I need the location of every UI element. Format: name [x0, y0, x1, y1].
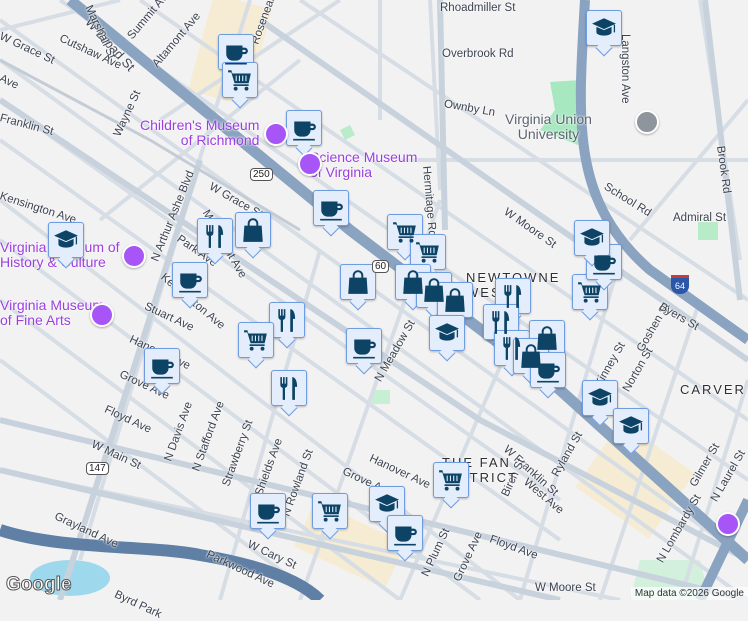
education-marker[interactable] — [48, 222, 84, 258]
education-marker[interactable] — [369, 486, 405, 522]
street-label: W Moore St — [535, 582, 596, 594]
coffee-marker[interactable] — [346, 328, 382, 364]
route-250-shield: 250 — [250, 168, 273, 181]
poi-label[interactable]: Virginia Museum of Fine Arts — [0, 298, 104, 328]
education-marker[interactable] — [586, 10, 622, 46]
shopping-bag-icon — [243, 218, 263, 242]
shopping-cart-marker[interactable] — [433, 462, 469, 498]
university-pin[interactable] — [635, 110, 659, 134]
coffee-icon — [151, 359, 174, 379]
shopping-bag-marker[interactable] — [340, 264, 376, 300]
education-icon — [54, 230, 78, 248]
coffee-marker[interactable] — [313, 190, 349, 226]
coffee-icon — [225, 45, 248, 65]
shopping-cart-icon — [244, 330, 267, 351]
coffee-marker[interactable] — [218, 34, 254, 70]
museum-pin-history[interactable] — [122, 244, 146, 268]
restaurant-marker[interactable] — [271, 370, 307, 406]
coffee-icon — [179, 273, 202, 293]
coffee-marker[interactable] — [144, 348, 180, 384]
education-icon — [592, 18, 616, 36]
coffee-icon — [394, 526, 417, 546]
coffee-icon — [320, 201, 343, 221]
coffee-marker[interactable] — [172, 262, 208, 298]
coffee-marker[interactable] — [387, 515, 423, 551]
education-marker[interactable] — [613, 408, 649, 444]
neighborhood-label: CARVER — [680, 382, 746, 397]
shopping-bag-marker[interactable] — [437, 282, 473, 318]
restaurant-marker[interactable] — [269, 302, 305, 338]
shopping-cart-icon — [416, 242, 439, 263]
route-60-shield: 60 — [372, 260, 390, 273]
shopping-bag-icon — [348, 270, 368, 294]
museum-pin-east[interactable] — [716, 512, 740, 536]
shopping-cart-icon — [439, 470, 462, 491]
coffee-marker[interactable] — [250, 493, 286, 529]
map-attribution[interactable]: Map data ©2026 Google — [630, 587, 748, 600]
coffee-icon — [353, 339, 376, 359]
coffee-marker[interactable] — [530, 352, 566, 388]
shopping-cart-icon — [228, 70, 251, 91]
shopping-cart-marker[interactable] — [410, 234, 446, 270]
poi-label[interactable]: Science Museum of Virginia — [310, 150, 417, 180]
restaurant-marker[interactable] — [197, 218, 233, 254]
route-147-shield: 147 — [86, 462, 109, 475]
google-logo: Google — [5, 574, 72, 596]
street-label: Rhoadmiller St — [440, 2, 516, 14]
museum-pin-science[interactable] — [298, 152, 322, 176]
interstate-64-shield: 64 — [671, 275, 689, 294]
shopping-cart-marker[interactable] — [312, 493, 348, 529]
shopping-bag-marker[interactable] — [235, 212, 271, 248]
education-icon — [375, 494, 399, 512]
restaurant-icon — [280, 377, 298, 400]
education-marker[interactable] — [574, 220, 610, 256]
coffee-icon — [293, 121, 316, 141]
shopping-bag-icon — [445, 288, 465, 312]
education-marker[interactable] — [582, 380, 618, 416]
restaurant-icon — [492, 311, 510, 334]
museum-pin-childrens[interactable] — [264, 122, 288, 146]
restaurant-icon — [504, 285, 522, 308]
restaurant-icon — [278, 309, 296, 332]
poi-label[interactable]: Children's Museum of Richmond — [140, 118, 259, 148]
shopping-cart-icon — [318, 501, 341, 522]
shopping-cart-marker[interactable] — [572, 274, 608, 310]
street-label: Admiral St — [673, 212, 727, 224]
coffee-marker[interactable] — [286, 110, 322, 146]
street-label: Overbrook Rd — [442, 48, 514, 60]
education-icon — [435, 323, 459, 341]
museum-pin-fine-arts[interactable] — [90, 303, 114, 327]
shopping-cart-marker[interactable] — [222, 62, 258, 98]
coffee-icon — [593, 255, 616, 275]
education-icon — [580, 228, 604, 246]
education-icon — [588, 388, 612, 406]
education-marker[interactable] — [429, 315, 465, 351]
coffee-icon — [537, 363, 560, 383]
education-icon — [619, 416, 643, 434]
coffee-icon — [257, 504, 280, 524]
poi-label[interactable]: Virginia Union University — [505, 112, 592, 142]
shopping-cart-icon — [578, 282, 601, 303]
restaurant-icon — [206, 225, 224, 248]
shopping-cart-marker[interactable] — [238, 322, 274, 358]
